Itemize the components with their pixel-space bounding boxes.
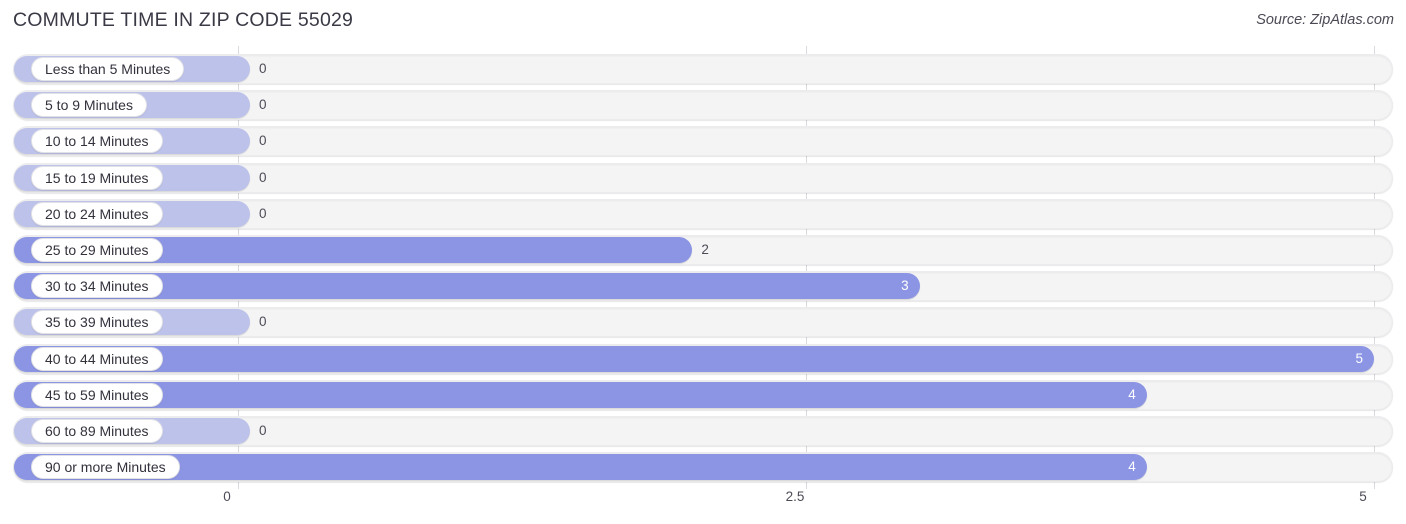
- bar-fill[interactable]: 5: [14, 345, 1374, 372]
- bar-value-label: 3: [901, 278, 909, 294]
- bar-fill[interactable]: 4: [14, 454, 1147, 481]
- bar-value-label: 0: [259, 423, 267, 438]
- bar-row[interactable]: 2 25 to 29 Minutes: [13, 235, 1393, 265]
- bar-category-label[interactable]: Less than 5 Minutes: [31, 57, 185, 81]
- bar-category-label[interactable]: 90 or more Minutes: [31, 455, 180, 480]
- chart-header: COMMUTE TIME IN ZIP CODE 55029 Source: Z…: [0, 0, 1406, 46]
- bar-value-label: 4: [1128, 386, 1136, 402]
- x-axis-tick-label: 2.5: [785, 489, 805, 504]
- bar-value-label: 0: [259, 97, 267, 113]
- bar-category-label[interactable]: 5 to 9 Minutes: [31, 93, 147, 118]
- bar-row[interactable]: 0 35 to 39 Minutes: [13, 307, 1393, 338]
- bar-value-label: 4: [1128, 459, 1136, 475]
- bar-fill[interactable]: 4: [14, 381, 1147, 408]
- bar-category-label[interactable]: 30 to 34 Minutes: [31, 274, 163, 299]
- x-axis-tick-label: 5: [1359, 489, 1367, 504]
- bar-category-label[interactable]: 40 to 44 Minutes: [31, 346, 163, 371]
- bar-category-label[interactable]: 60 to 89 Minutes: [31, 419, 163, 443]
- bar-category-label[interactable]: 20 to 24 Minutes: [31, 201, 163, 226]
- bar-value-label: 0: [259, 169, 267, 185]
- bar-row[interactable]: 0 Less than 5 Minutes: [13, 54, 1393, 84]
- x-axis-tick-label: 0: [223, 489, 231, 504]
- bar-value-label: 0: [259, 133, 267, 149]
- bar-category-label[interactable]: 35 to 39 Minutes: [31, 310, 163, 335]
- bar-category-label[interactable]: 25 to 29 Minutes: [31, 238, 163, 262]
- bar-category-label[interactable]: 10 to 14 Minutes: [31, 129, 163, 154]
- bar-row[interactable]: 0 10 to 14 Minutes: [13, 126, 1393, 157]
- source-attribution: Source: ZipAtlas.com: [1256, 12, 1394, 28]
- bar-value-label: 0: [259, 61, 267, 76]
- chart-plot-area: 0 Less than 5 Minutes 0 5 to 9 Minutes 0 10 t…: [0, 46, 1406, 489]
- bar-row[interactable]: 0 60 to 89 Minutes: [13, 416, 1393, 446]
- bar-row[interactable]: 5 40 to 44 Minutes: [13, 343, 1393, 374]
- page-title: COMMUTE TIME IN ZIP CODE 55029: [13, 9, 354, 31]
- bar-value-label: 0: [259, 205, 267, 221]
- bar-row[interactable]: 3 30 to 34 Minutes: [13, 271, 1393, 302]
- bar-category-label[interactable]: 15 to 19 Minutes: [31, 165, 163, 190]
- x-axis: 0 2.5 5: [0, 489, 1406, 524]
- bar-value-label: 5: [1355, 350, 1363, 366]
- bar-row[interactable]: 0 20 to 24 Minutes: [13, 198, 1393, 229]
- bar-row[interactable]: 4 90 or more Minutes: [13, 452, 1393, 483]
- bar-value-label: 0: [259, 314, 267, 330]
- bar-value-label: 2: [701, 242, 709, 257]
- bar-row[interactable]: 0 5 to 9 Minutes: [13, 90, 1393, 121]
- bar-row[interactable]: 4 45 to 59 Minutes: [13, 379, 1393, 410]
- bar-row[interactable]: 0 15 to 19 Minutes: [13, 162, 1393, 193]
- bar-category-label[interactable]: 45 to 59 Minutes: [31, 382, 163, 407]
